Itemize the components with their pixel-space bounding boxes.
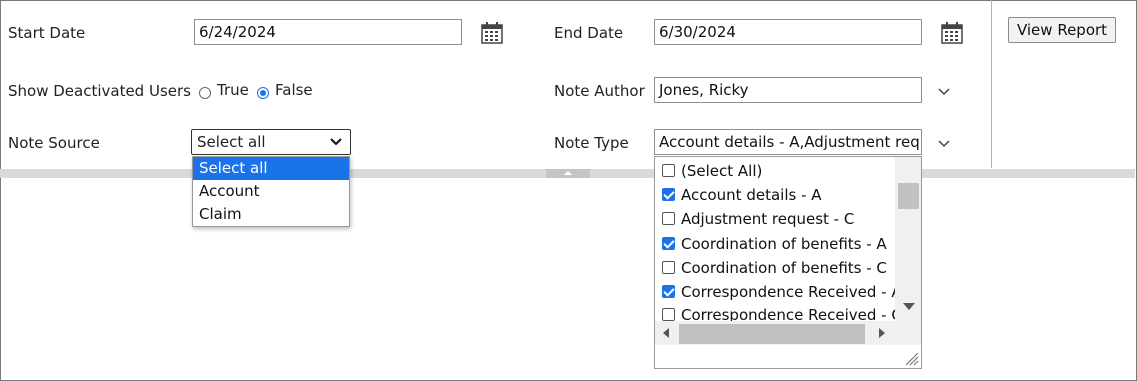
checkbox[interactable] (662, 261, 675, 274)
checklist-item-label: Correspondence Received - A (681, 283, 895, 301)
checkbox[interactable] (662, 237, 675, 250)
vertical-scroll-thumb[interactable] (898, 183, 919, 209)
vertical-scrollbar[interactable] (895, 157, 921, 321)
checkbox[interactable] (662, 188, 675, 201)
note-author-input[interactable]: Jones, Ricky (654, 77, 922, 103)
chevron-down-icon (330, 138, 342, 146)
end-date-input[interactable]: 6/30/2024 (654, 19, 922, 45)
note-type-checklist: (Select All) Account details - A Adjustm… (654, 156, 922, 369)
scroll-down-icon[interactable] (903, 303, 915, 310)
radio-false[interactable] (257, 87, 269, 99)
scroll-right-icon[interactable] (879, 328, 885, 338)
dropdown-option[interactable]: Account (193, 180, 349, 203)
horizontal-scroll-thumb[interactable] (679, 324, 865, 344)
checklist-item-label: Adjustment request - C (681, 210, 855, 228)
collapse-arrow-icon[interactable] (546, 169, 590, 178)
checklist-item-label: Account details - A (681, 186, 822, 204)
view-report-button[interactable]: View Report (1008, 17, 1116, 43)
show-deactivated-label: Show Deactivated Users (8, 82, 191, 100)
dropdown-option[interactable]: Claim (193, 203, 349, 226)
checklist-item-label: (Select All) (681, 162, 763, 180)
scroll-corner (895, 321, 921, 345)
note-type-input[interactable]: Account details - A,Adjustment req (654, 129, 922, 155)
note-source-select[interactable]: Select all (191, 129, 351, 155)
start-date-input[interactable]: 6/24/2024 (194, 19, 462, 45)
dropdown-option[interactable]: Select all (193, 157, 349, 180)
note-source-value: Select all (197, 133, 266, 151)
checklist-item-label: Correspondence Received - C (681, 306, 895, 321)
checklist-item-label: Coordination of benefits - A (681, 235, 887, 253)
scroll-left-icon[interactable] (663, 328, 669, 338)
start-date-label: Start Date (8, 24, 86, 42)
note-type-label: Note Type (554, 134, 629, 152)
note-source-dropdown: Select all Account Claim (192, 156, 350, 227)
checkbox[interactable] (662, 285, 675, 298)
chevron-down-icon[interactable] (937, 87, 951, 97)
chevron-down-icon[interactable] (937, 139, 951, 149)
resize-grip-icon[interactable] (903, 350, 919, 366)
toolbar-divider (991, 0, 992, 168)
checklist-item-label: Coordination of benefits - C (681, 259, 887, 277)
report-parameters-panel (0, 0, 1137, 381)
checkbox[interactable] (662, 164, 675, 177)
checkbox[interactable] (662, 212, 675, 225)
checklist-items: (Select All) Account details - A Adjustm… (655, 157, 895, 321)
calendar-icon[interactable] (940, 21, 964, 45)
checkbox[interactable] (662, 308, 675, 321)
note-source-label: Note Source (8, 134, 100, 152)
radio-true[interactable] (199, 87, 211, 99)
end-date-label: End Date (554, 24, 624, 42)
radio-false-label: False (275, 81, 313, 99)
note-author-label: Note Author (554, 82, 645, 100)
radio-true-label: True (217, 81, 249, 99)
calendar-icon[interactable] (480, 21, 504, 45)
